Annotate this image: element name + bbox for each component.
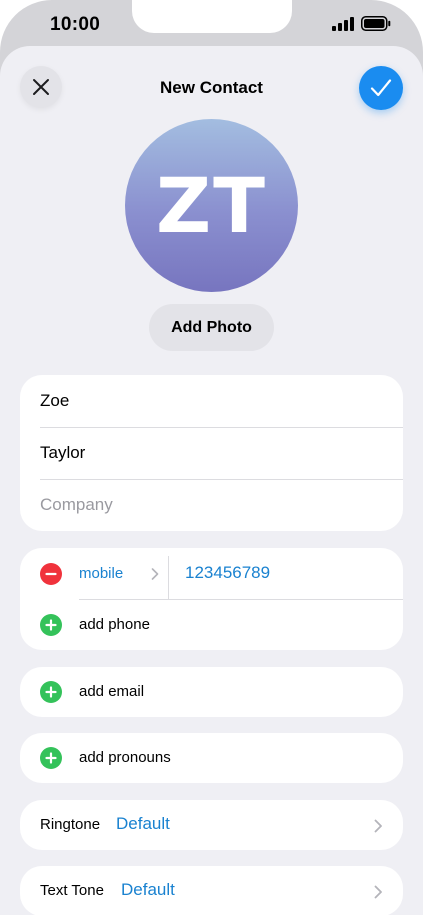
add-pronouns-label: add pronouns (79, 749, 171, 766)
battery-icon (361, 16, 391, 31)
company-placeholder: Company (40, 495, 113, 514)
phone-card: mobile 123456789 add phone (20, 548, 403, 650)
status-bar: 10:00 (0, 0, 423, 48)
ringtone-value: Default (116, 814, 170, 833)
plus-icon (45, 686, 57, 698)
company-field[interactable]: Company (20, 479, 403, 531)
phone-type-label[interactable]: mobile (79, 565, 123, 582)
name-card: Zoe Taylor Company (20, 375, 403, 531)
add-pronouns-row[interactable]: add pronouns (20, 733, 403, 783)
last-name-value: Taylor (40, 443, 86, 462)
plus-icon (45, 619, 57, 631)
chevron-right-icon (151, 568, 159, 580)
first-name-field[interactable]: Zoe (20, 375, 403, 427)
new-contact-sheet: New Contact ZT Add Photo Zoe Taylor Comp… (0, 46, 423, 915)
first-name-value: Zoe (40, 391, 70, 410)
add-phone-row[interactable]: add phone (20, 599, 403, 650)
last-name-field[interactable]: Taylor (20, 427, 403, 479)
text-tone-row[interactable]: Text Tone Default (20, 866, 403, 915)
text-tone-label: Text Tone (40, 882, 104, 899)
phone-entry-row: mobile 123456789 (20, 548, 403, 599)
add-email-row[interactable]: add email (20, 667, 403, 717)
signal-icon (332, 17, 354, 31)
status-time: 10:00 (50, 14, 101, 35)
chevron-right-icon (374, 885, 382, 899)
plus-icon (45, 752, 57, 764)
contact-avatar: ZT (125, 119, 298, 292)
done-button[interactable] (359, 66, 403, 110)
minus-circle-icon[interactable] (40, 563, 62, 585)
notch (132, 0, 292, 33)
avatar-initials: ZT (156, 161, 267, 250)
field-divider (168, 556, 169, 599)
add-phone-label: add phone (79, 616, 150, 633)
plus-circle-icon (40, 614, 62, 636)
ringtone-label: Ringtone (40, 816, 101, 833)
chevron-right-icon (374, 819, 382, 833)
checkmark-icon (370, 79, 392, 97)
plus-circle-icon (40, 681, 62, 703)
phone-number-input[interactable]: 123456789 (185, 563, 270, 583)
ringtone-row[interactable]: Ringtone Default (20, 800, 403, 850)
add-photo-button[interactable]: Add Photo (149, 304, 274, 351)
minus-icon (45, 572, 57, 576)
add-email-label: add email (79, 683, 145, 700)
phone-frame: 10:00 New Contact ZT Add Photo Zoe Taylo… (0, 0, 423, 915)
plus-circle-icon (40, 747, 62, 769)
text-tone-value: Default (121, 880, 175, 899)
